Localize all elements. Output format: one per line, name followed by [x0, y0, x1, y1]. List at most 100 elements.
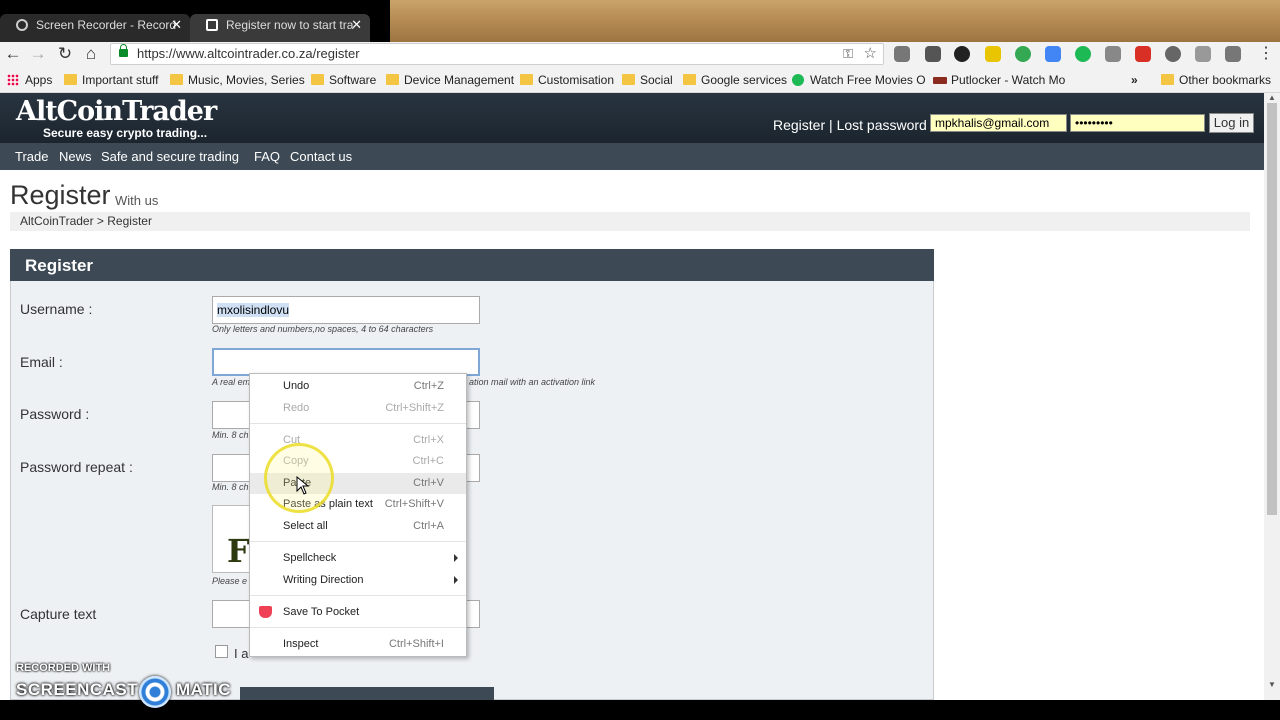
tab-register[interactable]: Register now to start tra ✕	[190, 14, 370, 42]
bookmarks-overflow-icon[interactable]: »	[1113, 72, 1138, 88]
folder-icon	[311, 74, 324, 85]
form-title: Register	[25, 256, 94, 275]
folder-icon	[622, 74, 635, 85]
address-bar[interactable]: https://www.altcointrader.co.za/register…	[110, 43, 884, 65]
username-help: Only letters and numbers,no spaces, 4 to…	[212, 324, 434, 334]
extension-icon[interactable]	[1105, 46, 1121, 62]
extension-icon[interactable]	[954, 46, 970, 62]
login-password-input[interactable]: •••••••••	[1070, 114, 1205, 132]
bookmark-star-icon[interactable]: ☆	[864, 44, 877, 64]
bookmark-other[interactable]: Other bookmarks	[1161, 72, 1271, 88]
username-input[interactable]: mxolisindlovu	[212, 296, 480, 324]
close-icon[interactable]: ✕	[351, 14, 362, 36]
login-email-input[interactable]: mpkhalis@gmail.com	[930, 114, 1067, 132]
menu-item-save-to-pocket[interactable]: Save To Pocket	[250, 602, 466, 623]
extension-icon[interactable]	[894, 46, 910, 62]
bookmark-link[interactable]: Watch Free Movies O	[792, 72, 926, 88]
bookmark-folder[interactable]: Social	[622, 72, 673, 88]
email-help-end: ation mail with an activation link	[469, 377, 596, 387]
capture-text-label: Capture text	[20, 606, 97, 622]
key-icon[interactable]: ⚿	[843, 44, 853, 64]
nav-news[interactable]: News	[59, 149, 92, 164]
email-field[interactable]	[212, 348, 480, 376]
folder-icon	[386, 74, 399, 85]
extension-icon[interactable]	[1015, 46, 1031, 62]
menu-separator	[250, 423, 466, 424]
lock-icon	[119, 44, 128, 57]
extension-icon[interactable]	[1135, 46, 1151, 62]
menu-separator	[250, 595, 466, 596]
nav-contact[interactable]: Contact us	[290, 149, 352, 164]
bookmark-folder[interactable]: Customisation	[520, 72, 614, 88]
email-help-start: A real em	[212, 377, 251, 387]
lost-password-link[interactable]: Lost password	[837, 117, 927, 133]
header-links: Register | Lost password	[773, 117, 927, 133]
menu-item-writing-direction[interactable]: Writing Direction	[250, 570, 466, 591]
extension-icon[interactable]	[1075, 46, 1091, 62]
page-title: Register	[10, 180, 111, 210]
tab-title: Register now to start tra	[226, 18, 354, 32]
back-arrow-icon[interactable]: ←	[3, 44, 23, 64]
bookmark-folder[interactable]: Software	[311, 72, 376, 88]
close-icon[interactable]: ✕	[171, 14, 182, 36]
folder-icon	[520, 74, 533, 85]
tab-strip: Screen Recorder - Record ✕ Register now …	[0, 0, 1280, 42]
password-help: Min. 8 ch	[212, 430, 249, 440]
menu-item-redo[interactable]: Redo Ctrl+Shift+Z	[250, 398, 466, 419]
tab-title: Screen Recorder - Record	[36, 18, 177, 32]
extension-icon[interactable]	[1045, 46, 1061, 62]
submit-button[interactable]	[240, 687, 494, 700]
nav-faq[interactable]: FAQ	[254, 149, 280, 164]
menu-separator	[250, 541, 466, 542]
watermark-recorded-with: RECORDED WITH	[16, 662, 111, 674]
nav-trade[interactable]: Trade	[15, 149, 48, 164]
submenu-arrow-icon	[454, 554, 458, 562]
bookmark-folder[interactable]: Music, Movies, Series	[170, 72, 305, 88]
bookmark-link[interactable]: Putlocker - Watch Mo	[933, 72, 1065, 88]
username-label: Username :	[20, 301, 93, 317]
extension-icon[interactable]	[985, 46, 1001, 62]
captcha-image: F	[212, 505, 250, 573]
bookmark-folder[interactable]: Google services	[683, 72, 787, 88]
site-tagline: Secure easy crypto trading...	[43, 126, 208, 140]
register-link[interactable]: Register	[773, 117, 825, 133]
extension-icon[interactable]	[925, 46, 941, 62]
screencast-o-matic-logo-icon	[139, 676, 171, 708]
captcha-help: Please e	[212, 576, 248, 586]
reload-icon[interactable]: ↻	[55, 44, 75, 64]
extension-icon[interactable]	[1195, 46, 1211, 62]
bookmark-folder[interactable]: Important stuff	[64, 72, 158, 88]
menu-item-undo[interactable]: Undo Ctrl+Z	[250, 376, 466, 397]
browser-theme-background	[390, 0, 1280, 42]
scroll-thumb[interactable]	[1267, 103, 1277, 515]
terms-checkbox[interactable]	[215, 645, 228, 658]
tab-screen-recorder[interactable]: Screen Recorder - Record ✕	[0, 14, 190, 42]
scroll-down-icon[interactable]: ▼	[1266, 680, 1278, 690]
login-button[interactable]: Log in	[1209, 113, 1254, 133]
form-header	[10, 249, 934, 281]
username-value: mxolisindlovu	[217, 303, 290, 317]
altcointrader-favicon	[206, 19, 218, 31]
url-text: https://www.altcointrader.co.za/register	[137, 46, 360, 61]
folder-icon	[170, 74, 183, 85]
forward-arrow-icon[interactable]: →	[28, 44, 48, 64]
bottom-bar	[0, 700, 1280, 720]
chrome-menu-icon[interactable]: ⋮	[1256, 44, 1276, 64]
bookmarks-bar: Apps Important stuff Music, Movies, Seri…	[0, 68, 1280, 93]
bookmark-folder[interactable]: Device Management	[386, 72, 514, 88]
home-icon[interactable]: ⌂	[81, 44, 101, 64]
scroll-up-icon[interactable]: ▲	[1266, 93, 1278, 103]
screen-recorder-icon	[16, 19, 28, 31]
menu-item-inspect[interactable]: Inspect Ctrl+Shift+I	[250, 634, 466, 655]
nav-safe-trading[interactable]: Safe and secure trading	[101, 149, 239, 164]
menu-item-select-all[interactable]: Select all Ctrl+A	[250, 516, 466, 537]
mouse-pointer-icon	[296, 476, 310, 495]
captcha-char: F	[227, 532, 250, 570]
menu-item-spellcheck[interactable]: Spellcheck	[250, 548, 466, 569]
breadcrumb[interactable]: AltCoinTrader > Register	[20, 214, 152, 228]
password-label: Password :	[20, 406, 90, 422]
extension-icon[interactable]	[1225, 46, 1241, 62]
extension-icon[interactable]	[1165, 46, 1181, 62]
bookmark-apps[interactable]: Apps	[7, 72, 52, 88]
site-logo[interactable]: AltCoinTrader	[16, 96, 217, 127]
